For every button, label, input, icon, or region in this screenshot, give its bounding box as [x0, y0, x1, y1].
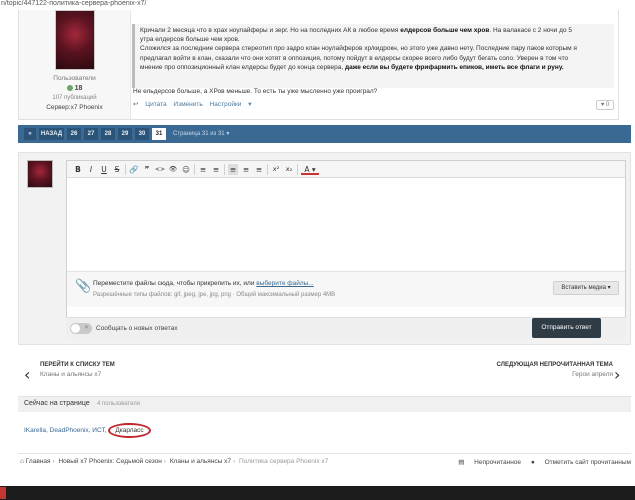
crumb-home[interactable]: Главная: [26, 458, 51, 465]
url-path: n/topic/447122-политика-сервера-phoenix-…: [1, 0, 147, 7]
quote-icon[interactable]: ”: [142, 164, 152, 175]
breadcrumb: ⌂ Главная › Новый x7 Phoenix: Седьмой сез…: [18, 453, 631, 469]
align-left-icon[interactable]: ≡: [228, 164, 238, 175]
author-avatar[interactable]: [55, 10, 95, 70]
emoji-icon[interactable]: ☺: [181, 164, 191, 175]
footer-strip: [0, 486, 635, 500]
page-26[interactable]: 26: [67, 128, 81, 140]
page-30[interactable]: 30: [135, 128, 149, 140]
subscript-icon[interactable]: x₂: [284, 164, 294, 175]
pagination-bar: « НАЗАД 26 27 28 29 30 31 Страница 31 из…: [18, 125, 631, 143]
address-bar[interactable]: n/topic/447122-политика-сервера-phoenix-…: [0, 0, 635, 10]
author-group: Пользователи: [53, 75, 96, 82]
like-button[interactable]: ♥ 0: [596, 100, 614, 110]
numbered-list-icon[interactable]: ≡: [211, 164, 221, 175]
page-31-current[interactable]: 31: [152, 128, 166, 140]
reply-textarea[interactable]: [67, 178, 625, 271]
crumb-season[interactable]: Новый x7 Phoenix: Седьмой сезон: [58, 458, 161, 465]
bullet-list-icon[interactable]: ≡: [198, 164, 208, 175]
notify-toggle[interactable]: ✕: [70, 323, 92, 334]
crumb-current: Политика сервера Phoenix x7: [239, 458, 329, 465]
align-center-icon[interactable]: ≡: [241, 164, 251, 175]
code-icon[interactable]: <>: [155, 164, 165, 175]
bold-icon[interactable]: B: [73, 164, 83, 175]
align-right-icon[interactable]: ≡: [254, 164, 264, 175]
allowed-file-types: Разрешённые типы файлов: gif, jpeg, jpe,…: [93, 292, 336, 298]
choose-files-link[interactable]: выберите файлы...: [256, 280, 313, 287]
forum-post: Пользователи 18 107 публикаций Сервер:x7…: [18, 10, 619, 120]
online-title: Сейчас на странице: [24, 400, 90, 407]
edit-link[interactable]: Изменить: [173, 101, 202, 108]
quote-line-1: Кричали 2 месяца что в храх ноулайферы и…: [140, 27, 572, 34]
strikethrough-icon[interactable]: S: [112, 164, 122, 175]
highlighted-user[interactable]: Дкарласс: [108, 423, 151, 438]
mark-read-link[interactable]: ● Отметить сайт прочитанным: [531, 459, 631, 466]
text-color-icon[interactable]: A ▾: [301, 164, 319, 175]
author-server: Сервер:x7 Phoenix: [46, 104, 103, 111]
spoiler-icon[interactable]: 👁: [168, 164, 178, 175]
online-count: 4 пользователя: [97, 401, 140, 407]
page-27[interactable]: 27: [84, 128, 98, 140]
page-jump-dropdown[interactable]: Страница 31 из 31 ▾: [173, 128, 229, 140]
first-page-button[interactable]: «: [24, 128, 36, 140]
back-button[interactable]: НАЗАД: [39, 128, 64, 140]
submit-reply-button[interactable]: Отправить ответ: [532, 318, 601, 338]
quote-line-5: мнение про оппозиционный клан елдерсы бу…: [140, 63, 564, 71]
home-icon[interactable]: ⌂: [20, 458, 24, 465]
online-users-list: IKarella, DeadPhoenix, ИСТ, Дкарласс: [24, 423, 151, 438]
attach-instructions: Переместите файлы сюда, чтобы прикрепить…: [93, 280, 314, 287]
attachment-area[interactable]: 📎 Переместите файлы сюда, чтобы прикрепи…: [67, 271, 625, 307]
post-body-text: Не ельдерсов больше, а ХРов меньше. То е…: [133, 88, 378, 95]
reputation-icon: [66, 85, 73, 92]
post-actions: ↩ Цитата Изменить Настройки ▾: [133, 100, 257, 108]
reply-icon[interactable]: ↩: [133, 101, 138, 108]
reply-box: B I U S 🔗 ” <> 👁 ☺ ≡ ≡ ≡ ≡ ≡ x² x₂ A ▾ 📎: [18, 152, 631, 345]
rich-text-editor: B I U S 🔗 ” <> 👁 ☺ ≡ ≡ ≡ ≡ ≡ x² x₂ A ▾ 📎: [66, 160, 626, 330]
page-29[interactable]: 29: [118, 128, 132, 140]
paperclip-icon: 📎: [75, 279, 92, 294]
underline-icon[interactable]: U: [99, 164, 109, 175]
quote-line-3: Сложился за последние сервера стереотип …: [140, 45, 577, 53]
quote-line-2: утра елдерсов больше чем хров.: [140, 36, 240, 44]
unread-link[interactable]: ▤ Непрочитанное: [458, 459, 521, 466]
insert-media-button[interactable]: Вставить медиа ▾: [553, 281, 619, 295]
post-quote: Кричали 2 месяца что в храх ноулайферы и…: [132, 24, 614, 88]
go-to-topic-list[interactable]: ПЕРЕЙТИ К СПИСКУ ТЕМ Кланы и альянсы x7: [40, 362, 115, 378]
next-unread-topic[interactable]: СЛЕДУЮЩАЯ НЕПРОЧИТАННАЯ ТЕМА Герои апрел…: [497, 362, 613, 378]
italic-icon[interactable]: I: [86, 164, 96, 175]
superscript-icon[interactable]: x²: [271, 164, 281, 175]
crumb-clans[interactable]: Кланы и альянсы x7: [170, 458, 231, 465]
online-users-header: Сейчас на странице 4 пользователя: [18, 396, 631, 412]
prev-arrow-icon[interactable]: ‹: [24, 365, 30, 384]
quote-link[interactable]: Цитата: [145, 101, 166, 108]
link-icon[interactable]: 🔗: [129, 164, 139, 175]
author-post-count: 107 публикаций: [52, 95, 97, 101]
footer-accent: [0, 487, 6, 499]
my-avatar: [27, 160, 53, 188]
post-author-panel: Пользователи 18 107 публикаций Сервер:x7…: [19, 10, 131, 119]
next-arrow-icon[interactable]: ›: [614, 365, 620, 384]
quote-line-4: предлагал войти в клан, сказали что они …: [140, 54, 569, 62]
author-reputation: 18: [19, 85, 130, 92]
notify-label: Сообщать о новых ответах: [96, 325, 178, 332]
online-user-links[interactable]: IKarella, DeadPhoenix, ИСТ,: [24, 427, 108, 434]
page-28[interactable]: 28: [101, 128, 115, 140]
editor-toolbar: B I U S 🔗 ” <> 👁 ☺ ≡ ≡ ≡ ≡ ≡ x² x₂ A ▾: [67, 161, 625, 178]
settings-link[interactable]: Настройки ▾: [210, 101, 252, 108]
